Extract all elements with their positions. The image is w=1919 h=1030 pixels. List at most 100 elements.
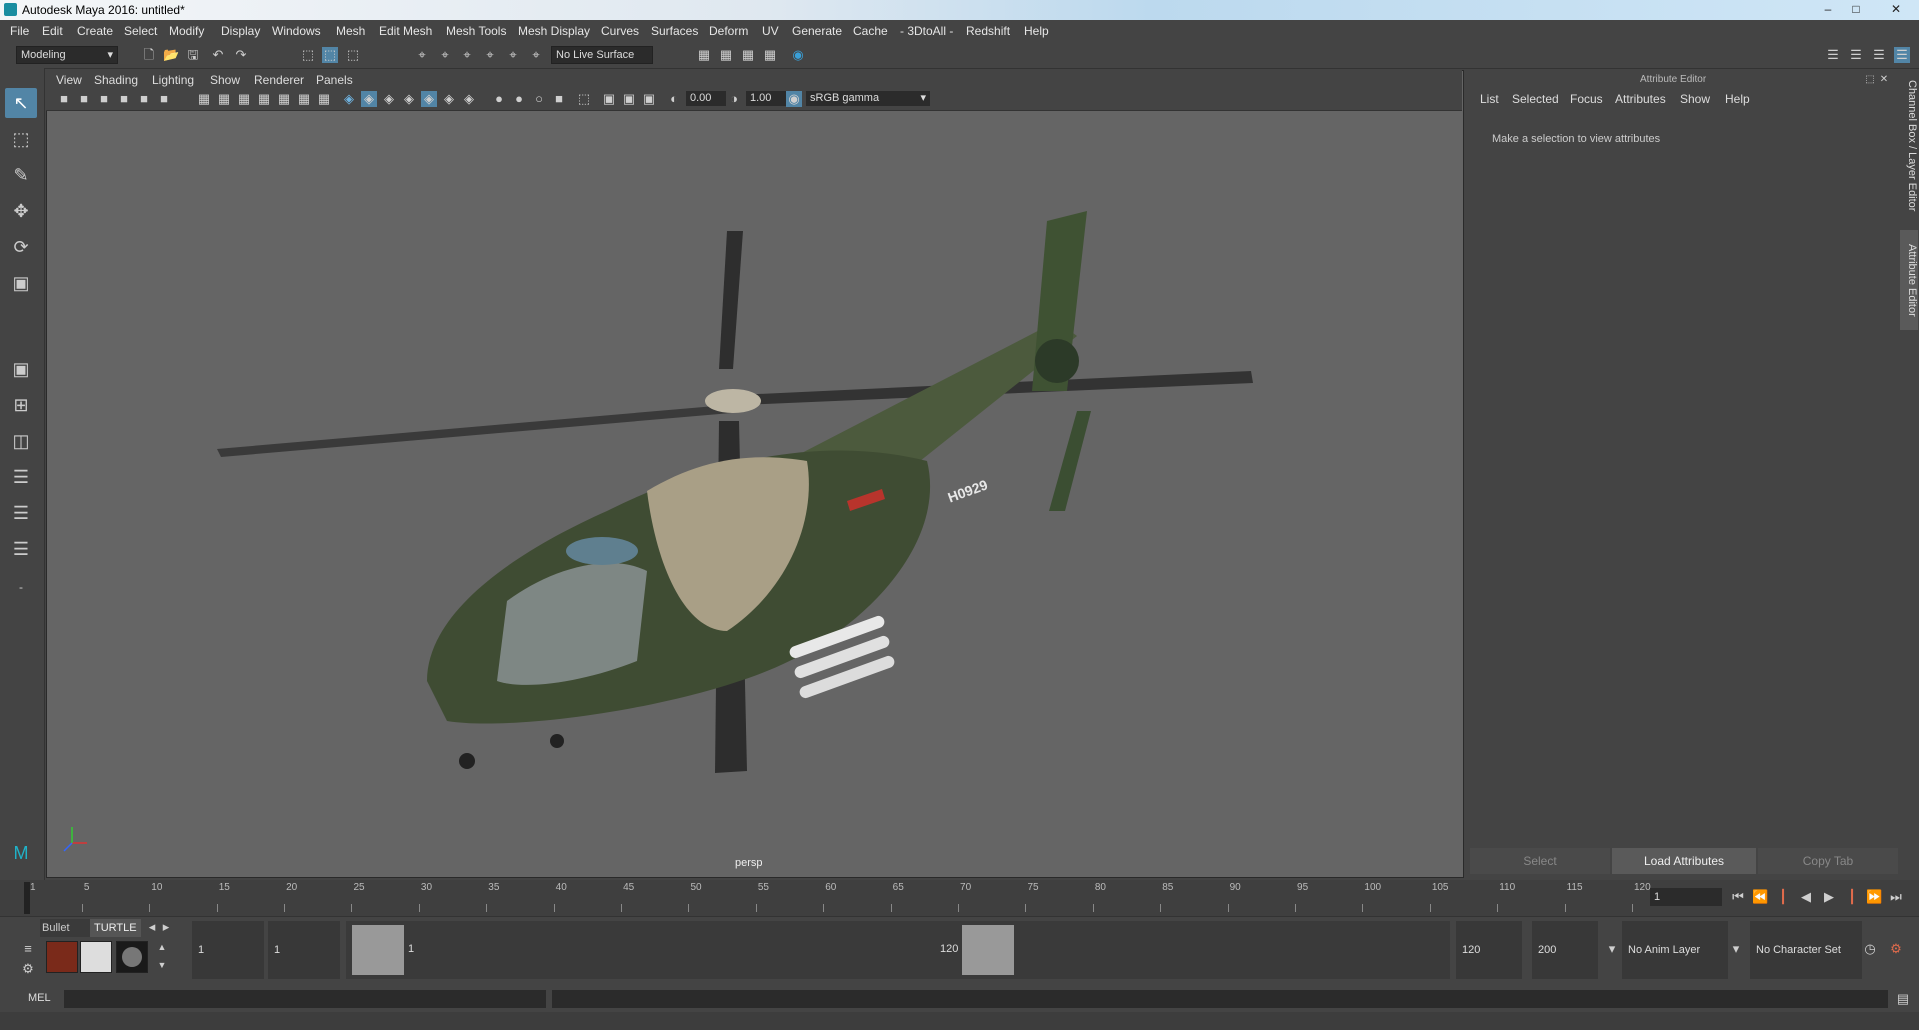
ae-menu-attributes[interactable]: Attributes [1615,92,1666,106]
preferences-icon[interactable]: ⚙ [1888,941,1904,957]
snap-view-icon[interactable]: ⌖ [482,47,498,63]
isolate-select-icon[interactable]: ⬚ [576,91,592,107]
lasso-tool-icon[interactable]: ⬚ [5,124,37,154]
lights-icon[interactable]: ◈ [441,91,457,107]
script-type-label[interactable]: MEL [28,992,51,1004]
menu-3dtoall[interactable]: - 3DtoAll - [900,24,953,38]
ae-menu-help[interactable]: Help [1725,92,1750,106]
image-plane-icon[interactable]: ■ [116,91,132,107]
gamma-icon[interactable]: ◑ [726,91,742,107]
safe-title-icon[interactable]: ▦ [316,91,332,107]
menu-mesh-tools[interactable]: Mesh Tools [446,24,506,38]
range-start-handle[interactable] [352,925,404,975]
shelf-menu-icon[interactable]: ≡ [20,941,36,957]
xray-icon[interactable]: ◈ [421,91,437,107]
new-scene-icon[interactable]: 🗋 [141,47,157,63]
textured-icon[interactable]: ◈ [401,91,417,107]
character-set-chevron-icon[interactable]: ▾ [1728,941,1744,957]
grid-icon[interactable]: ▦ [196,91,212,107]
undo-icon[interactable]: ↶ [210,47,226,63]
snap-curve-icon[interactable]: ⌖ [437,47,453,63]
outliner-icon[interactable]: ☰ [1848,47,1864,63]
shelf-tab-bullet[interactable]: Bullet [42,922,70,934]
channel-box-side-tab[interactable]: Channel Box / Layer Editor [1900,76,1918,216]
animation-end-field[interactable]: 200 [1532,921,1598,979]
menu-select[interactable]: Select [124,24,157,38]
helicopter-model[interactable] [47,71,1463,877]
safe-action-icon[interactable]: ▦ [296,91,312,107]
close-panel-icon[interactable]: ✕ [1876,72,1892,88]
play-backward-icon[interactable]: ◀ [1798,889,1814,905]
current-frame-field[interactable]: 1 [1650,888,1722,906]
render-frame-icon[interactable]: ▦ [718,47,734,63]
exposure-field[interactable]: 0.00 [686,91,726,106]
maximize-button[interactable]: □ [1842,0,1870,18]
range-end-handle[interactable] [962,925,1014,975]
command-input[interactable] [64,990,546,1008]
toolsettings-icon[interactable]: ☰ [1871,47,1887,63]
auto-key-icon[interactable]: ◷ [1862,941,1878,957]
rotate-tool-icon[interactable]: ⟳ [5,232,37,262]
select-tool-icon[interactable]: ↖ [5,88,37,118]
wireframe-on-shaded-icon[interactable]: ◈ [381,91,397,107]
ae-menu-selected[interactable]: Selected [1512,92,1559,106]
paint-select-icon[interactable]: ✎ [5,160,37,190]
hypershade-layout-icon[interactable]: ☰ [5,534,37,564]
open-scene-icon[interactable]: 📂 [163,47,179,63]
vp-menu-renderer[interactable]: Renderer [254,73,304,87]
side-by-side-icon[interactable]: ◫ [5,426,37,456]
minimize-button[interactable]: – [1814,0,1842,18]
ae-menu-show[interactable]: Show [1680,92,1710,106]
anim-layer-dropdown[interactable]: No Anim Layer [1622,921,1728,979]
xray-active-icon[interactable]: ▣ [621,91,637,107]
vp-menu-panels[interactable]: Panels [316,73,353,87]
snap-point-icon[interactable]: ⌖ [459,47,475,63]
shelf-scroll-down-icon[interactable]: ▼ [154,957,170,973]
vp-menu-view[interactable]: View [56,73,82,87]
menu-generate[interactable]: Generate [792,24,842,38]
exposure-icon[interactable]: ◐ [666,91,682,107]
menu-mesh[interactable]: Mesh [336,24,365,38]
menu-curves[interactable]: Curves [601,24,639,38]
single-view-icon[interactable]: ▣ [5,354,37,384]
select-object-icon[interactable]: ⬚ [322,47,338,63]
menu-edit[interactable]: Edit [42,24,63,38]
camera-icon[interactable]: ■ [56,91,72,107]
live-surface-field[interactable]: No Live Surface [551,46,653,64]
menu-edit-mesh[interactable]: Edit Mesh [379,24,432,38]
color-space-dropdown[interactable]: sRGB gamma ▾ [806,91,930,106]
script-editor-icon[interactable]: ▤ [1895,991,1911,1007]
xray-joints-icon[interactable]: ▣ [601,91,617,107]
depth-of-field-icon[interactable]: ■ [551,91,567,107]
menu-cache[interactable]: Cache [853,24,888,38]
attribute-editor-side-tab[interactable]: Attribute Editor [1900,230,1918,330]
snap-grid-icon[interactable]: ⌖ [414,47,430,63]
film-gate-icon[interactable]: ▦ [216,91,232,107]
ambient-occlusion-icon[interactable]: ● [491,91,507,107]
persp-graph-icon[interactable]: ☰ [5,498,37,528]
channel-box-toggle-icon[interactable]: ☰ [1894,47,1910,63]
menu-help[interactable]: Help [1024,24,1049,38]
color-management-icon[interactable]: ◉ [786,91,802,107]
menu-display[interactable]: Display [221,24,260,38]
step-forward-icon[interactable]: ⏩ [1866,889,1882,905]
ipr-render-icon[interactable]: ▦ [740,47,756,63]
vp-menu-show[interactable]: Show [210,73,240,87]
shelf-tab-turtle[interactable]: TURTLE [90,919,141,937]
close-button[interactable]: ✕ [1878,0,1914,18]
camera-attr-icon[interactable]: ■ [76,91,92,107]
menu-file[interactable]: File [10,24,29,38]
vp-menu-shading[interactable]: Shading [94,73,138,87]
menu-uv[interactable]: UV [762,24,779,38]
shelf-fire-icon[interactable] [46,941,78,973]
shelf-settings-icon[interactable]: ⚙ [20,961,36,977]
mode-selector[interactable]: Modeling ▾ [16,46,118,64]
go-to-start-icon[interactable]: ⏮ [1730,889,1746,905]
four-view-icon[interactable]: ⊞ [5,390,37,420]
vp-menu-lighting[interactable]: Lighting [152,73,194,87]
anim-layer-chevron-icon[interactable]: ▾ [1604,941,1620,957]
backface-icon[interactable]: ▣ [641,91,657,107]
scale-tool-icon[interactable]: ▣ [5,268,37,298]
shelf-tab-next-icon[interactable]: ▸ [158,919,174,935]
step-forward-key-icon[interactable]: ┃ [1844,889,1860,905]
